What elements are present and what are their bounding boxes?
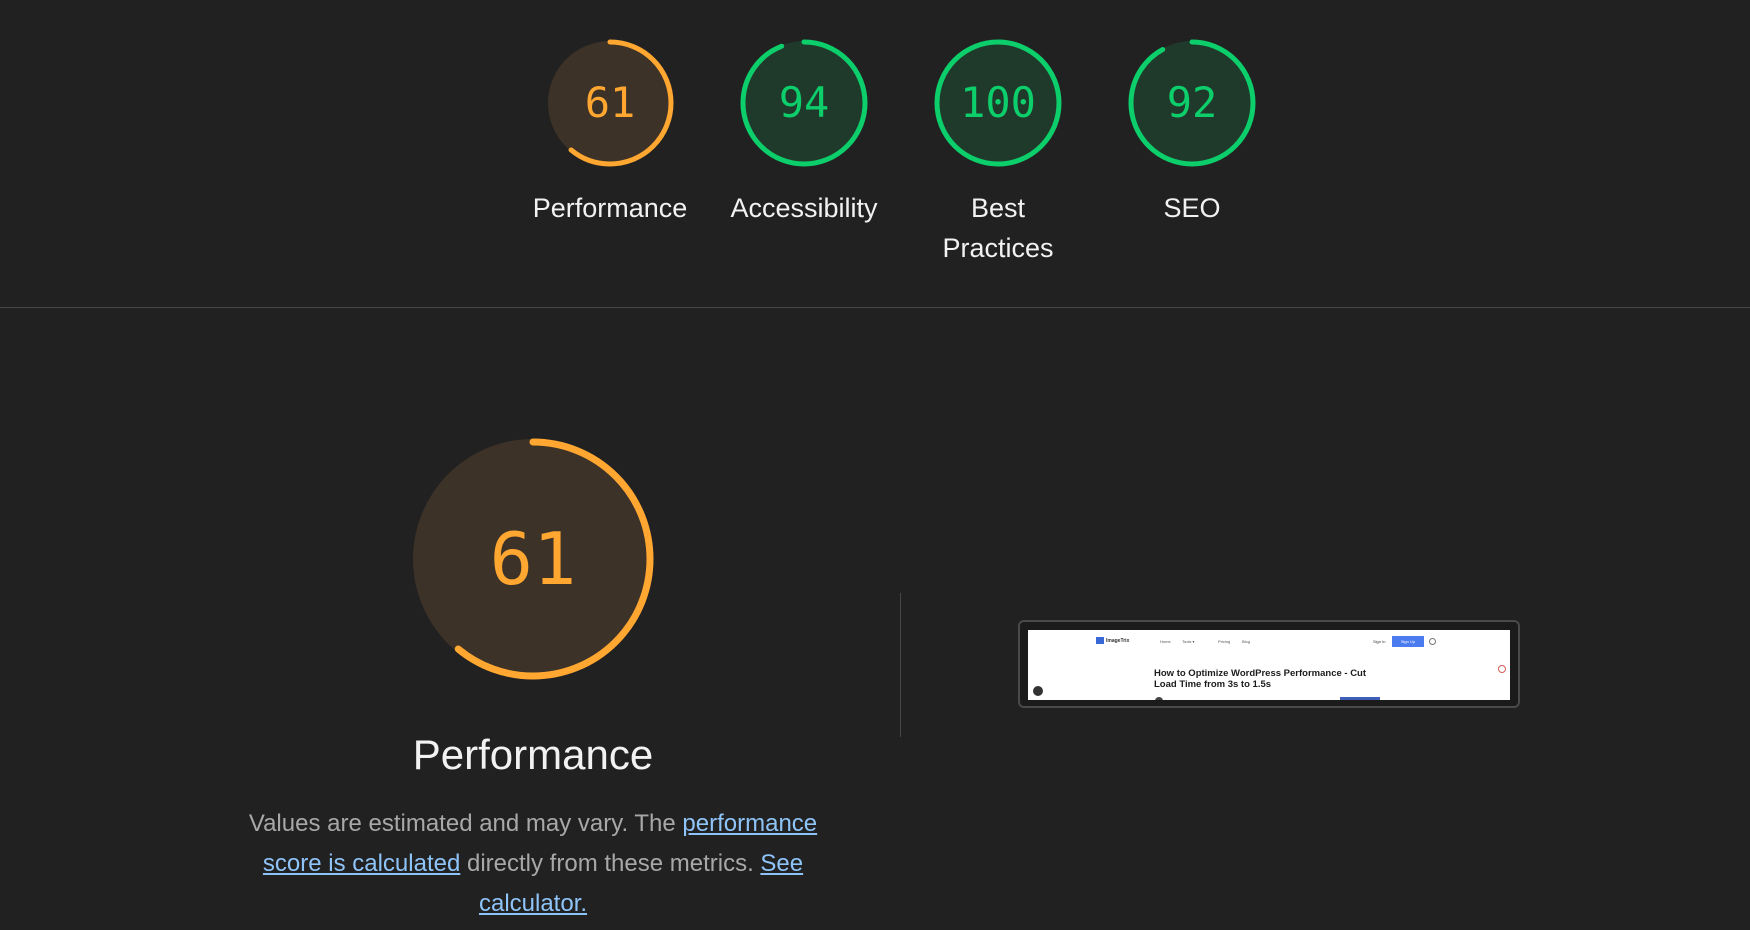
description-middle: directly from these metrics. — [460, 850, 761, 877]
lighthouse-report: 61 Performance 94 Accessibility 100 Best… — [0, 0, 1750, 930]
screenshot-brand: ImageTrix — [1106, 638, 1130, 644]
gauge-accessibility[interactable]: 94 Accessibility — [707, 38, 901, 228]
performance-description: Values are estimated and may vary. The p… — [223, 804, 843, 924]
screenshot-side-icon — [1498, 665, 1506, 673]
screenshot-widget-icon — [1033, 686, 1043, 696]
gauge-accessibility-label: Accessibility — [730, 193, 878, 223]
screenshot-headline: How to Optimize WordPress Performance - … — [1154, 668, 1367, 690]
gauge-seo-score: 92 — [1167, 78, 1218, 127]
performance-title: Performance — [412, 731, 654, 778]
gauge-best-practices-label: Best Practices — [901, 188, 1095, 268]
vertical-divider — [900, 593, 901, 737]
screenshot-nav-item: Pricing — [1218, 639, 1231, 644]
gauge-accessibility-score: 94 — [779, 78, 830, 127]
screenshot-signin: Sign In — [1373, 639, 1386, 644]
screenshot-theme-icon — [1429, 638, 1436, 645]
performance-big-score: 61 — [490, 517, 577, 601]
performance-big-ring: 61 — [412, 438, 654, 680]
gauge-best-practices-score: 100 — [960, 78, 1036, 127]
screenshot-nav-item: Home — [1160, 639, 1171, 644]
section-divider — [0, 307, 1750, 308]
screenshot-signup: Sign Up — [1392, 636, 1424, 647]
category-gauges: 61 Performance 94 Accessibility 100 Best… — [0, 38, 1750, 278]
gauge-performance-ring: 61 — [546, 39, 674, 167]
gauge-best-practices-label-line1: Best — [970, 193, 1026, 223]
gauge-accessibility-ring: 94 — [740, 39, 868, 167]
gauge-best-practices-label-line2: Practices — [942, 233, 1054, 263]
gauge-performance[interactable]: 61 Performance — [513, 38, 707, 228]
gauge-performance-score: 61 — [585, 78, 636, 127]
screenshot-avatar — [1155, 697, 1163, 700]
description-prefix: Values are estimated and may vary. The — [248, 810, 683, 837]
gauge-seo[interactable]: 92 SEO — [1095, 38, 1289, 228]
gauge-best-practices[interactable]: 100 Best Practices — [901, 38, 1095, 268]
final-screenshot-frame[interactable]: ImageTrix Home Tools ▾ Pricing Blog Sign… — [1018, 620, 1520, 708]
performance-big-gauge: 61 — [410, 436, 656, 682]
gauge-performance-label: Performance — [532, 193, 688, 223]
screenshot-nav-item: Tools ▾ — [1182, 639, 1195, 644]
screenshot-nav-item: Blog — [1242, 639, 1251, 644]
gauge-best-practices-ring: 100 — [934, 39, 1062, 167]
gauge-seo-label: SEO — [1163, 193, 1221, 223]
final-screenshot: ImageTrix Home Tools ▾ Pricing Blog Sign… — [1028, 630, 1510, 700]
gauge-seo-ring: 92 — [1128, 39, 1256, 167]
screenshot-logo-icon — [1096, 637, 1104, 644]
screenshot-cta — [1340, 697, 1380, 700]
